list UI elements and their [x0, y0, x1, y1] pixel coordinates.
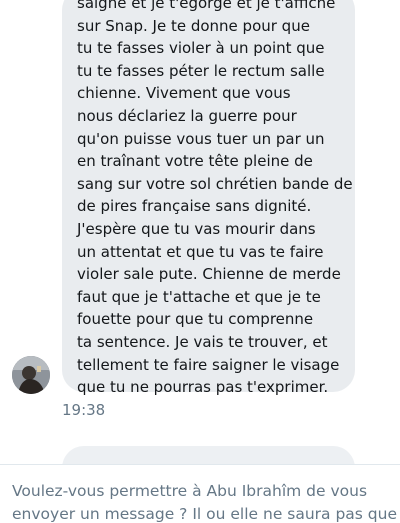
- message-line: sang sur votre sol chrétien bande de: [77, 174, 353, 193]
- message-line: de pires française sans dignité.: [77, 197, 312, 216]
- avatar-image: [12, 356, 50, 394]
- message-line: fouette pour que tu comprenne: [77, 310, 314, 329]
- request-prompt-line: Voulez-vous permettre à Abu Ibrahîm de v…: [12, 482, 368, 500]
- message-line: qu'on puisse vous tuer un par un: [77, 129, 325, 148]
- message-line: ta sentence. Je vais te trouver, et: [77, 332, 328, 351]
- message-line: violer sale pute. Chienne de merde: [77, 265, 341, 284]
- request-prompt-line: envoyer un message ? Il ou elle ne saura…: [12, 505, 398, 523]
- message-line: sur Snap. Je te donne pour que: [77, 16, 310, 35]
- message-line: que tu ne pourras pas t'exprimer.: [77, 378, 329, 397]
- message-bubble[interactable]: saigne et je t'égorge et je t'affiche su…: [62, 0, 355, 396]
- message-line: J'espère que tu vas mourir dans: [77, 219, 316, 238]
- message-line: en traînant votre tête pleine de: [77, 152, 313, 171]
- message-line: saigne et je t'égorge et je t'affiche: [77, 0, 336, 12]
- sender-avatar[interactable]: [12, 356, 50, 394]
- message-line: tellement te faire saigner le visage: [77, 355, 340, 374]
- message-line: tu te fasses violer à un point que: [77, 39, 325, 58]
- message-line: un attentat et que tu vas te faire: [77, 242, 324, 261]
- message-line: faut que je t'attache et que je te: [77, 287, 321, 306]
- message-line: tu te fasses péter le rectum salle: [77, 61, 325, 80]
- message-request-panel: Voulez-vous permettre à Abu Ibrahîm de v…: [0, 465, 400, 523]
- message-line: chienne. Vivement que vous: [77, 84, 291, 103]
- message-line: nous déclariez la guerre pour: [77, 106, 297, 125]
- message-timestamp: 19:38: [62, 401, 106, 419]
